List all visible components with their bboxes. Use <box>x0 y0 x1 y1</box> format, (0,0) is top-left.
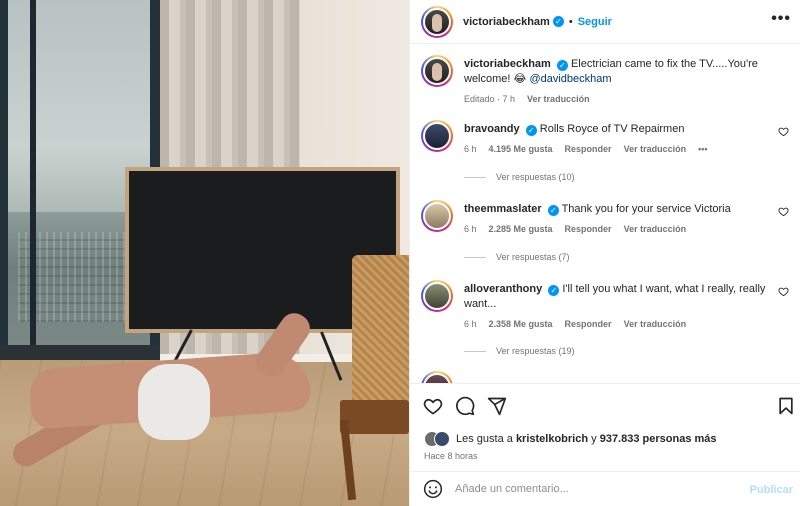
emoji-icon[interactable] <box>423 479 443 499</box>
comment-avatar[interactable] <box>421 200 453 232</box>
more-icon[interactable]: ••• <box>771 10 791 28</box>
comment-likes[interactable]: 2.358 Me gusta <box>489 317 553 332</box>
comment-body: theemmaslater ✓ Thank you for your servi… <box>464 202 780 237</box>
post-timestamp: Hace 8 horas <box>424 451 478 461</box>
caption-username[interactable]: victoriabeckham <box>464 58 551 70</box>
verified-icon: ✓ <box>552 16 564 27</box>
comment-translate[interactable]: Ver traducción <box>624 142 687 157</box>
caption-avatar[interactable] <box>421 55 453 87</box>
view-replies-button[interactable]: Ver respuestas (19) <box>464 346 575 356</box>
comment-composer: Publicar <box>410 471 800 506</box>
verified-icon: ✓ <box>547 205 559 216</box>
comment-username[interactable]: bravoandy <box>464 123 520 135</box>
view-replies-button[interactable]: Ver respuestas (7) <box>464 252 570 262</box>
caption-text-line: victoriabeckham ✓ Electrician came to fi… <box>464 57 780 87</box>
author-line: victoriabeckham ✓ • Seguir <box>463 16 612 28</box>
verified-icon: ✓ <box>548 285 560 296</box>
comment-text-line: theemmaslater ✓ Thank you for your servi… <box>464 202 780 217</box>
verified-icon: ✓ <box>525 125 537 136</box>
photo-chair <box>352 255 409 405</box>
comment-icon[interactable] <box>455 396 475 416</box>
comment-likes[interactable]: 2.285 Me gusta <box>489 222 553 237</box>
comment-avatar[interactable] <box>421 120 453 152</box>
photo-chair-frame <box>340 400 409 434</box>
comment-heart-icon[interactable] <box>778 206 789 217</box>
caption-body: victoriabeckham ✓ Electrician came to fi… <box>464 57 780 107</box>
comment-heart-icon[interactable] <box>778 126 789 137</box>
likes-summary: Les gusta a kristelkobrich y 937.833 per… <box>424 431 717 447</box>
heart-icon[interactable] <box>423 396 443 416</box>
comment-body: bravoandy ✓ Rolls Royce of TV Repairmen … <box>464 122 780 157</box>
instagram-post-view: victoriabeckham ✓ • Seguir ••• victoriab… <box>0 0 800 506</box>
verified-icon: ✓ <box>556 60 568 71</box>
comment-username[interactable]: alloveranthony <box>464 283 542 295</box>
comment-options-icon[interactable]: ••• <box>698 142 707 157</box>
view-replies-button[interactable]: Ver respuestas (10) <box>464 172 575 182</box>
publish-button[interactable]: Publicar <box>750 484 793 496</box>
likes-user[interactable]: kristelkobrich <box>516 433 588 445</box>
comment-likes[interactable]: 4.195 Me gusta <box>489 142 553 157</box>
comment-avatar-image <box>423 122 451 150</box>
post-header: victoriabeckham ✓ • Seguir ••• <box>410 0 800 44</box>
comment-meta: 6 h 4.195 Me gusta Responder Ver traducc… <box>464 142 780 157</box>
author-username[interactable]: victoriabeckham <box>463 16 550 28</box>
caption-edited: Editado · 7 h <box>464 94 516 104</box>
likes-others[interactable]: 937.833 personas más <box>600 433 717 445</box>
photo-mullion <box>30 0 36 362</box>
author-avatar[interactable] <box>421 5 453 38</box>
comment-text: Rolls Royce of TV Repairmen <box>539 123 685 135</box>
caption-meta: Editado · 7 h Ver traducción <box>464 92 780 107</box>
comment-time: 6 h <box>464 319 477 329</box>
author-avatar-image <box>423 7 451 36</box>
caption-mention[interactable]: @davidbeckham <box>529 73 611 85</box>
post-photo[interactable] <box>0 0 409 506</box>
likes-joiner: y <box>591 433 597 445</box>
comment-time: 6 h <box>464 224 477 234</box>
comment-text-line: alloveranthony ✓ I'll tell you what I wa… <box>464 282 780 312</box>
likers-avatars <box>424 431 450 447</box>
comment-reply-button[interactable]: Responder <box>565 222 612 237</box>
comment-reply-button[interactable]: Responder <box>565 142 612 157</box>
bookmark-icon[interactable] <box>776 396 796 416</box>
comment-avatar-image <box>423 282 451 310</box>
photo-person <box>0 307 320 472</box>
caption-translate[interactable]: Ver traducción <box>527 92 590 107</box>
post-side-panel: victoriabeckham ✓ • Seguir ••• victoriab… <box>409 0 800 506</box>
comment-avatar-image <box>423 202 451 230</box>
comment-reply-button[interactable]: Responder <box>565 317 612 332</box>
comment-username[interactable]: theemmaslater <box>464 203 542 215</box>
liker-avatar <box>434 431 450 447</box>
comment-input[interactable] <box>455 483 735 495</box>
follow-button[interactable]: Seguir <box>578 16 612 28</box>
comment-time: 6 h <box>464 144 477 154</box>
photo-person-underwear <box>138 364 210 440</box>
comment-avatar-image <box>423 373 451 383</box>
comment-body: alloveranthony ✓ I'll tell you what I wa… <box>464 282 780 332</box>
comment-heart-icon[interactable] <box>778 286 789 297</box>
comment-text-line: bravoandy ✓ Rolls Royce of TV Repairmen <box>464 122 780 137</box>
comment-avatar[interactable] <box>421 371 453 383</box>
comment-meta: 6 h 2.285 Me gusta Responder Ver traducc… <box>464 222 780 237</box>
comment-meta: 6 h 2.358 Me gusta Responder Ver traducc… <box>464 317 780 332</box>
comment-list[interactable]: victoriabeckham ✓ Electrician came to fi… <box>410 45 800 383</box>
action-bar: Les gusta a kristelkobrich y 937.833 per… <box>410 383 800 471</box>
comment-avatar[interactable] <box>421 280 453 312</box>
separator-dot: • <box>568 15 573 28</box>
caption-avatar-image <box>423 57 451 85</box>
comment-translate[interactable]: Ver traducción <box>624 222 687 237</box>
comment-text: Thank you for your service Victoria <box>561 203 731 215</box>
comment-translate[interactable]: Ver traducción <box>624 317 687 332</box>
likes-prefix: Les gusta a <box>456 433 513 445</box>
share-icon[interactable] <box>487 396 507 416</box>
